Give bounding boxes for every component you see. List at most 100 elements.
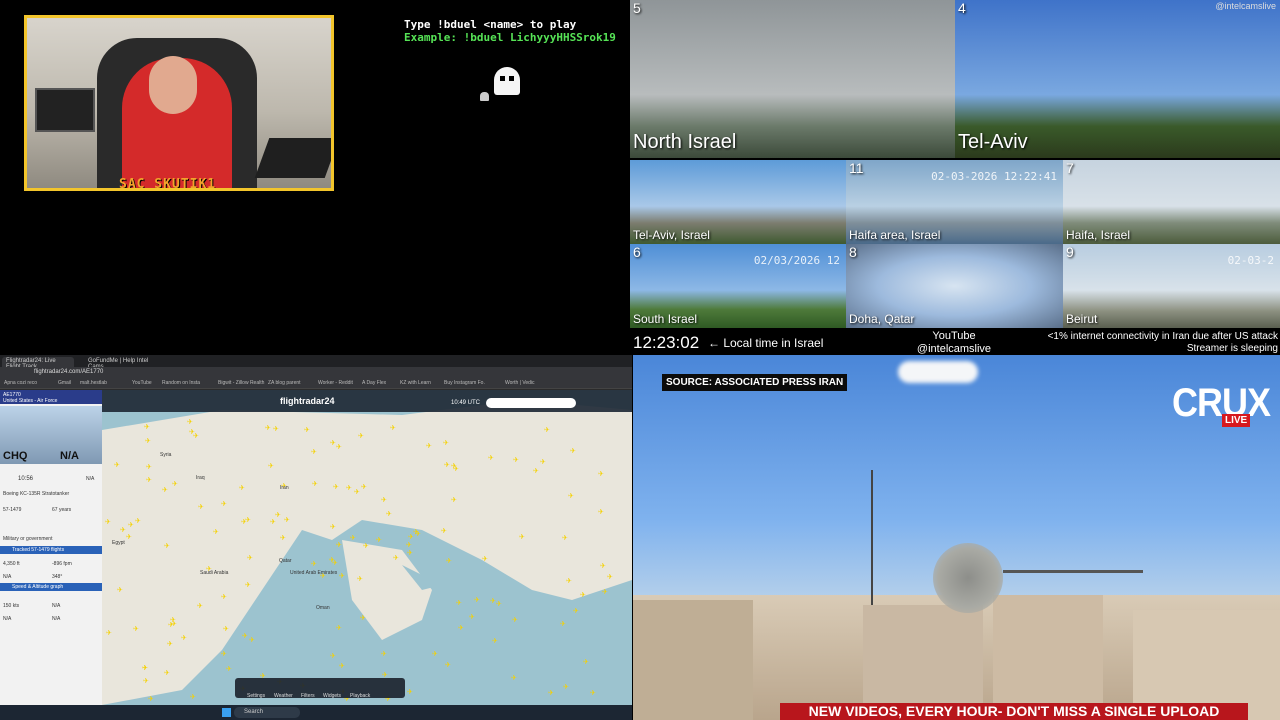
aircraft-marker-icon[interactable]: ✈ bbox=[143, 678, 149, 685]
bookmark[interactable]: Apna cozi reco bbox=[4, 380, 37, 386]
aircraft-marker-icon[interactable]: ✈ bbox=[164, 543, 170, 550]
bookmark[interactable]: Worth | Vedic bbox=[505, 380, 535, 386]
aircraft-marker-icon[interactable]: ✈ bbox=[336, 542, 342, 549]
url-field[interactable]: flightradar24.com/AE1770 bbox=[34, 369, 103, 375]
aircraft-marker-icon[interactable]: ✈ bbox=[443, 440, 449, 447]
aircraft-marker-icon[interactable]: ✈ bbox=[239, 485, 245, 492]
aircraft-marker-icon[interactable]: ✈ bbox=[393, 555, 399, 562]
aircraft-marker-icon[interactable]: ✈ bbox=[105, 519, 111, 526]
bookmark[interactable]: KZ with Learn bbox=[400, 380, 431, 386]
aircraft-marker-icon[interactable]: ✈ bbox=[265, 425, 271, 432]
aircraft-marker-icon[interactable]: ✈ bbox=[519, 534, 525, 541]
aircraft-marker-icon[interactable]: ✈ bbox=[451, 497, 457, 504]
bookmark[interactable]: Random on Insta bbox=[162, 380, 200, 386]
aircraft-marker-icon[interactable]: ✈ bbox=[573, 608, 579, 615]
aircraft-marker-icon[interactable]: ✈ bbox=[533, 468, 539, 475]
aircraft-marker-icon[interactable]: ✈ bbox=[339, 573, 345, 580]
playback-button[interactable]: Playback bbox=[350, 693, 370, 699]
aircraft-marker-icon[interactable]: ✈ bbox=[358, 433, 364, 440]
aircraft-marker-icon[interactable]: ✈ bbox=[128, 522, 134, 529]
browser-tab[interactable]: Flightradar24: Live Flight Track bbox=[2, 357, 74, 370]
aircraft-marker-icon[interactable]: ✈ bbox=[563, 684, 569, 691]
aircraft-marker-icon[interactable]: ✈ bbox=[304, 427, 310, 434]
aircraft-marker-icon[interactable]: ✈ bbox=[446, 558, 452, 565]
aircraft-marker-icon[interactable]: ✈ bbox=[146, 477, 152, 484]
bookmark[interactable]: ZA blog parent bbox=[268, 380, 301, 386]
aircraft-marker-icon[interactable]: ✈ bbox=[568, 493, 574, 500]
aircraft-marker-icon[interactable]: ✈ bbox=[275, 512, 281, 519]
aircraft-marker-icon[interactable]: ✈ bbox=[270, 519, 276, 526]
aircraft-marker-icon[interactable]: ✈ bbox=[247, 555, 253, 562]
aircraft-marker-icon[interactable]: ✈ bbox=[311, 449, 317, 456]
bookmark[interactable]: YouTube bbox=[132, 380, 152, 386]
aircraft-marker-icon[interactable]: ✈ bbox=[221, 501, 227, 508]
aircraft-marker-icon[interactable]: ✈ bbox=[590, 690, 596, 697]
aircraft-marker-icon[interactable]: ✈ bbox=[607, 574, 613, 581]
aircraft-marker-icon[interactable]: ✈ bbox=[333, 484, 339, 491]
aircraft-marker-icon[interactable]: ✈ bbox=[426, 443, 432, 450]
aircraft-marker-icon[interactable]: ✈ bbox=[390, 425, 396, 432]
aircraft-marker-icon[interactable]: ✈ bbox=[223, 626, 229, 633]
aircraft-marker-icon[interactable]: ✈ bbox=[146, 464, 152, 471]
aircraft-marker-icon[interactable]: ✈ bbox=[386, 511, 392, 518]
aircraft-marker-icon[interactable]: ✈ bbox=[133, 626, 139, 633]
aircraft-marker-icon[interactable]: ✈ bbox=[245, 517, 251, 524]
aircraft-marker-icon[interactable]: ✈ bbox=[273, 426, 279, 433]
aircraft-marker-icon[interactable]: ✈ bbox=[268, 463, 274, 470]
aircraft-marker-icon[interactable]: ✈ bbox=[406, 542, 412, 549]
aircraft-marker-icon[interactable]: ✈ bbox=[354, 489, 360, 496]
aircraft-marker-icon[interactable]: ✈ bbox=[580, 592, 586, 599]
aircraft-marker-icon[interactable]: ✈ bbox=[148, 696, 154, 703]
aircraft-marker-icon[interactable]: ✈ bbox=[117, 587, 123, 594]
aircraft-marker-icon[interactable]: ✈ bbox=[198, 504, 204, 511]
aircraft-marker-icon[interactable]: ✈ bbox=[329, 557, 335, 564]
widgets-button[interactable]: Widgets bbox=[323, 693, 341, 699]
settings-button[interactable]: Settings bbox=[247, 693, 265, 699]
flight-search-input[interactable] bbox=[486, 398, 576, 408]
aircraft-marker-icon[interactable]: ✈ bbox=[407, 689, 413, 696]
aircraft-marker-icon[interactable]: ✈ bbox=[474, 597, 480, 604]
aircraft-marker-icon[interactable]: ✈ bbox=[170, 617, 176, 624]
aircraft-marker-icon[interactable]: ✈ bbox=[513, 457, 519, 464]
aircraft-marker-icon[interactable]: ✈ bbox=[245, 582, 251, 589]
aircraft-marker-icon[interactable]: ✈ bbox=[445, 662, 451, 669]
aircraft-marker-icon[interactable]: ✈ bbox=[482, 556, 488, 563]
aircraft-marker-icon[interactable]: ✈ bbox=[350, 535, 356, 542]
aircraft-marker-icon[interactable]: ✈ bbox=[381, 651, 387, 658]
aircraft-marker-icon[interactable]: ✈ bbox=[189, 429, 195, 436]
aircraft-marker-icon[interactable]: ✈ bbox=[330, 653, 336, 660]
aircraft-marker-icon[interactable]: ✈ bbox=[330, 524, 336, 531]
aircraft-marker-icon[interactable]: ✈ bbox=[187, 419, 193, 426]
aircraft-marker-icon[interactable]: ✈ bbox=[488, 455, 494, 462]
aircraft-marker-icon[interactable]: ✈ bbox=[126, 534, 132, 541]
aircraft-marker-icon[interactable]: ✈ bbox=[413, 529, 419, 536]
aircraft-marker-icon[interactable]: ✈ bbox=[336, 625, 342, 632]
aircraft-marker-icon[interactable]: ✈ bbox=[226, 666, 232, 673]
aircraft-marker-icon[interactable]: ✈ bbox=[376, 537, 382, 544]
aircraft-marker-icon[interactable]: ✈ bbox=[213, 529, 219, 536]
weather-button[interactable]: Weather bbox=[274, 693, 293, 699]
flightradar-logo[interactable]: flightradar24 bbox=[280, 396, 335, 406]
aircraft-marker-icon[interactable]: ✈ bbox=[312, 481, 318, 488]
aircraft-marker-icon[interactable]: ✈ bbox=[164, 670, 170, 677]
aircraft-marker-icon[interactable]: ✈ bbox=[197, 603, 203, 610]
aircraft-marker-icon[interactable]: ✈ bbox=[544, 427, 550, 434]
aircraft-marker-icon[interactable]: ✈ bbox=[570, 448, 576, 455]
aircraft-marker-icon[interactable]: ✈ bbox=[114, 462, 120, 469]
aircraft-marker-icon[interactable]: ✈ bbox=[242, 633, 248, 640]
aircraft-marker-icon[interactable]: ✈ bbox=[361, 484, 367, 491]
bookmark[interactable]: Gmail bbox=[58, 380, 71, 386]
aircraft-marker-icon[interactable]: ✈ bbox=[490, 598, 496, 605]
aircraft-marker-icon[interactable]: ✈ bbox=[583, 659, 589, 666]
aircraft-marker-icon[interactable]: ✈ bbox=[456, 600, 462, 607]
aircraft-marker-icon[interactable]: ✈ bbox=[249, 637, 255, 644]
filters-button[interactable]: Filters bbox=[301, 693, 315, 699]
aircraft-marker-icon[interactable]: ✈ bbox=[600, 563, 606, 570]
bookmark[interactable]: Buy Instagram Fo. bbox=[444, 380, 485, 386]
bookmark[interactable]: Worker - Reddit bbox=[318, 380, 353, 386]
aircraft-marker-icon[interactable]: ✈ bbox=[330, 440, 336, 447]
windows-start-icon[interactable] bbox=[222, 708, 231, 717]
aircraft-marker-icon[interactable]: ✈ bbox=[441, 528, 447, 535]
aircraft-marker-icon[interactable]: ✈ bbox=[167, 641, 173, 648]
browser-tab[interactable]: GoFundMe | Help Intel Cams bbox=[84, 357, 156, 370]
